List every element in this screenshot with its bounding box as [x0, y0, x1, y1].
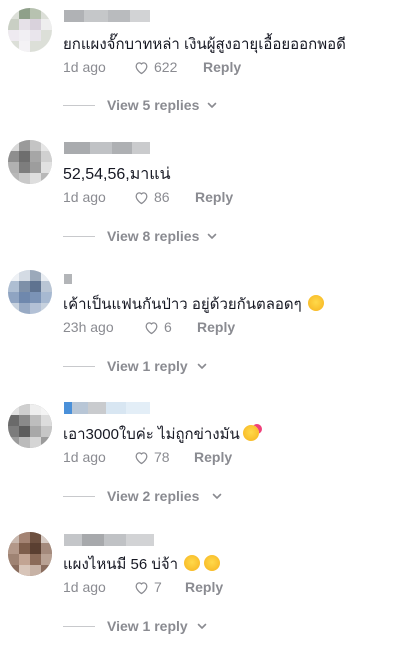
divider-line	[63, 105, 95, 106]
avatar[interactable]	[8, 140, 52, 184]
comment-item: แผงไหนมี 56 บ่จ้า 1d ago 7 Reply View 1 …	[0, 520, 416, 650]
username-blurred[interactable]	[64, 142, 154, 156]
comment-text-content: แผงไหนมี 56 บ่จ้า	[63, 556, 179, 573]
like-count: 78	[154, 449, 170, 465]
like-button[interactable]: 7	[133, 577, 162, 597]
chevron-down-icon	[207, 102, 217, 108]
smiling-face-emoji	[307, 295, 324, 311]
view-replies-label: View 1 reply	[107, 618, 188, 634]
avatar[interactable]	[8, 532, 52, 576]
like-count: 6	[164, 319, 172, 335]
divider-line	[63, 496, 95, 497]
avatar[interactable]	[8, 404, 52, 448]
comment-text: เค้าเป็นแฟนกันป่าว อยู่ด้วยกันตลอดๆ	[63, 295, 324, 315]
username-blurred[interactable]	[64, 402, 154, 416]
chevron-down-icon	[197, 623, 207, 629]
view-replies-label: View 8 replies	[107, 228, 200, 244]
heart-outline-icon	[145, 321, 158, 334]
reply-button[interactable]: Reply	[194, 447, 232, 467]
view-replies-label: View 2 replies	[107, 488, 200, 504]
divider-line	[63, 366, 95, 367]
reply-button[interactable]: Reply	[195, 187, 233, 207]
smiling-face-with-hearts-emoji	[242, 425, 259, 441]
reply-button[interactable]: Reply	[185, 577, 223, 597]
timestamp: 1d ago	[63, 59, 106, 75]
timestamp: 1d ago	[63, 189, 106, 205]
comment-text: แผงไหนมี 56 บ่จ้า	[63, 555, 221, 575]
reply-button[interactable]: Reply	[197, 317, 235, 337]
comment-item: 52,54,56,มาแน่ 1d ago 86 Reply View 8 re…	[0, 130, 416, 260]
comment-text: เอา3000ใบค่ะ ไม่ถูกข่างมัน	[63, 425, 259, 445]
like-count: 7	[154, 579, 162, 595]
timestamp: 23h ago	[63, 319, 114, 335]
comment-text-content: เอา3000ใบค่ะ ไม่ถูกข่างมัน	[63, 426, 240, 443]
comment-text: 52,54,56,มาแน่	[63, 166, 171, 183]
heart-outline-icon	[135, 451, 148, 464]
divider-line	[63, 236, 95, 237]
heart-outline-icon	[135, 191, 148, 204]
like-button[interactable]: 86	[133, 187, 170, 207]
grinning-face-with-sweat-emoji	[204, 555, 221, 571]
chevron-down-icon	[197, 363, 207, 369]
username-blurred[interactable]	[64, 534, 154, 548]
avatar[interactable]	[8, 270, 52, 314]
comment-item: ยกแผงจั๊กบาทหล่า เงินผู้สูงอายุเอื้อยออก…	[0, 0, 416, 130]
reply-button[interactable]: Reply	[203, 57, 241, 77]
like-button[interactable]: 78	[133, 447, 170, 467]
view-replies-label: View 1 reply	[107, 358, 188, 374]
grinning-face-emoji	[184, 555, 201, 571]
avatar[interactable]	[8, 8, 52, 52]
comment-text-content: เค้าเป็นแฟนกันป่าว อยู่ด้วยกันตลอดๆ	[63, 296, 302, 313]
view-replies-label: View 5 replies	[107, 97, 200, 113]
like-button[interactable]: 622	[133, 57, 177, 77]
heart-outline-icon	[135, 61, 148, 74]
divider-line	[63, 626, 95, 627]
like-count: 622	[154, 59, 178, 75]
chevron-down-icon	[207, 233, 217, 239]
like-count: 86	[154, 189, 170, 205]
timestamp: 1d ago	[63, 449, 106, 465]
chevron-down-icon	[212, 493, 222, 499]
timestamp: 1d ago	[63, 579, 106, 595]
username-blurred[interactable]	[64, 274, 154, 288]
comment-item: เอา3000ใบค่ะ ไม่ถูกข่างมัน 1d ago 78 Rep…	[0, 390, 416, 520]
heart-outline-icon	[135, 581, 148, 594]
comment-text: ยกแผงจั๊กบาทหล่า เงินผู้สูงอายุเอื้อยออก…	[63, 36, 346, 53]
like-button[interactable]: 6	[143, 317, 172, 337]
comment-item: เค้าเป็นแฟนกันป่าว อยู่ด้วยกันตลอดๆ 23h …	[0, 260, 416, 390]
username-blurred[interactable]	[64, 10, 154, 24]
